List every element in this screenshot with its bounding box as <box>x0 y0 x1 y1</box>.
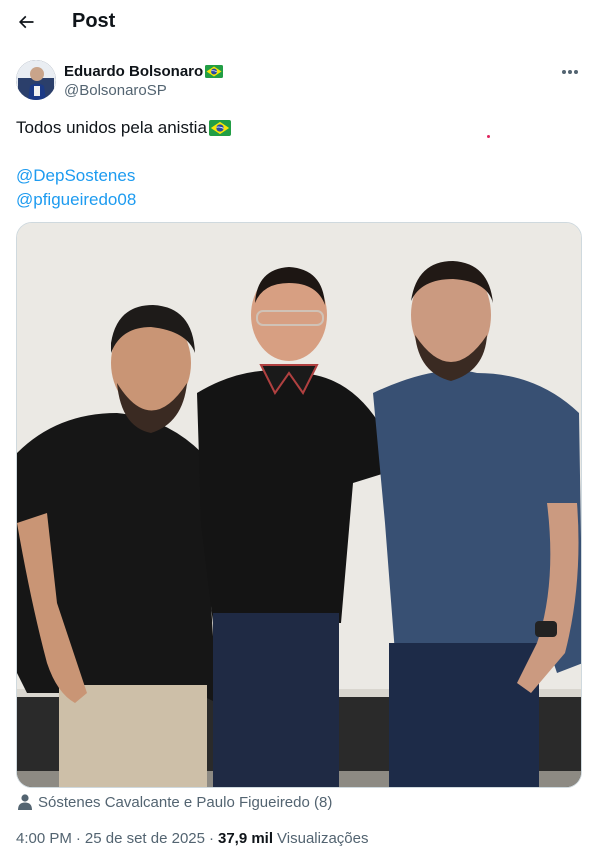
meta-separator: · <box>75 829 81 847</box>
post-author: Eduardo Bolsonaro @BolsonaroSP <box>16 58 584 102</box>
more-dot <box>562 70 566 74</box>
avatar[interactable] <box>16 60 56 100</box>
more-options-button[interactable] <box>556 60 584 84</box>
arrow-left-icon <box>18 15 34 29</box>
display-name[interactable]: Eduardo Bolsonaro <box>64 61 224 81</box>
tweet-spacer <box>16 140 584 164</box>
more-dot <box>568 70 572 74</box>
mention-link[interactable]: @DepSostenes <box>16 164 135 188</box>
author-names: Eduardo Bolsonaro @BolsonaroSP <box>64 61 224 101</box>
tagged-people-text: Sóstenes Cavalcante e Paulo Figueiredo (… <box>38 793 333 811</box>
post-date[interactable]: 25 de set de 2025 <box>85 830 205 847</box>
views-count: 37,9 mil <box>217 829 274 847</box>
handle[interactable]: @BolsonaroSP <box>64 81 223 101</box>
brazil-flag-icon <box>205 64 224 78</box>
back-button[interactable] <box>10 6 42 38</box>
display-name-text: Eduardo Bolsonaro <box>64 62 204 80</box>
views-label[interactable]: Visualizações <box>277 830 368 847</box>
post-header: Post <box>0 0 600 44</box>
post-metadata: 4:00 PM · 25 de set de 2025 · 37,9 mil V… <box>16 828 368 848</box>
more-dot <box>574 70 578 74</box>
tagged-people[interactable]: Sóstenes Cavalcante e Paulo Figueiredo (… <box>18 792 332 812</box>
decorative-dot <box>487 135 490 138</box>
meta-separator: · <box>208 829 214 847</box>
person-icon <box>18 794 32 810</box>
tweet-photo[interactable] <box>16 222 582 788</box>
tweet-text: Todos unidos pela anistia @DepSostenes @… <box>16 116 584 212</box>
brazil-flag-icon <box>208 120 231 136</box>
tweet-body: Todos unidos pela anistia <box>16 118 207 137</box>
three-men-posing-photo <box>17 223 581 787</box>
page-title: Post <box>72 10 116 32</box>
tweet-text-line: Todos unidos pela anistia <box>16 116 584 140</box>
post-time[interactable]: 4:00 PM <box>16 830 72 847</box>
mention-link[interactable]: @pfigueiredo08 <box>16 188 136 212</box>
